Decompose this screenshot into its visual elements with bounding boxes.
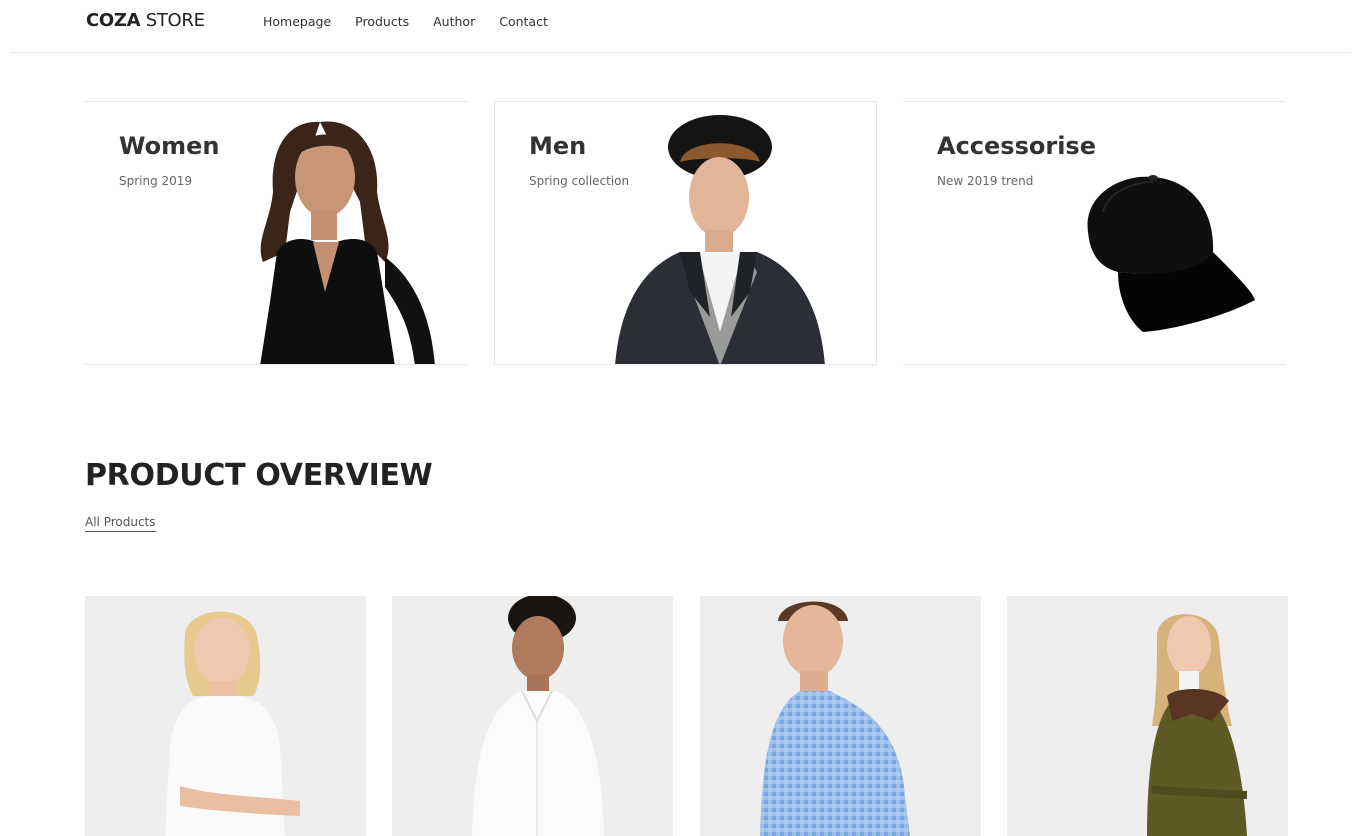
banner-men[interactable]: Men Spring collection [494,101,877,365]
product-image [1147,614,1247,836]
logo-bold: COZA [86,10,141,31]
banner-women[interactable]: Women Spring 2019 [85,101,468,365]
nav-homepage[interactable]: Homepage [263,14,331,29]
product-card[interactable] [85,596,366,836]
nav-products[interactable]: Products [355,14,409,29]
product-card[interactable] [392,596,673,836]
product-image [760,601,910,836]
header-divider [10,52,1351,53]
nav-author[interactable]: Author [433,14,475,29]
site-logo[interactable]: COZA STORE [86,10,205,31]
product-image [165,611,300,836]
banner-accessorise[interactable]: Accessorise New 2019 trend [903,101,1286,365]
banner-women-subtitle: Spring 2019 [119,174,193,188]
nav-contact[interactable]: Contact [499,14,548,29]
product-card[interactable] [1007,596,1288,836]
banner-men-subtitle: Spring collection [529,174,630,188]
banner-men-title: Men [529,132,587,160]
banner-accessorise-title: Accessorise [937,132,1096,160]
main-nav: Homepage Products Author Contact [263,14,572,29]
site-header: COZA STORE Homepage Products Author Cont… [0,0,1361,54]
filter-all-products[interactable]: All Products [85,515,156,532]
banner-women-title: Women [119,132,220,160]
product-overview-title: PRODUCT OVERVIEW [85,458,433,493]
product-card[interactable] [700,596,981,836]
product-image [472,596,604,836]
banner-accessorise-subtitle: New 2019 trend [937,174,1034,188]
logo-rest: STORE [140,10,205,31]
